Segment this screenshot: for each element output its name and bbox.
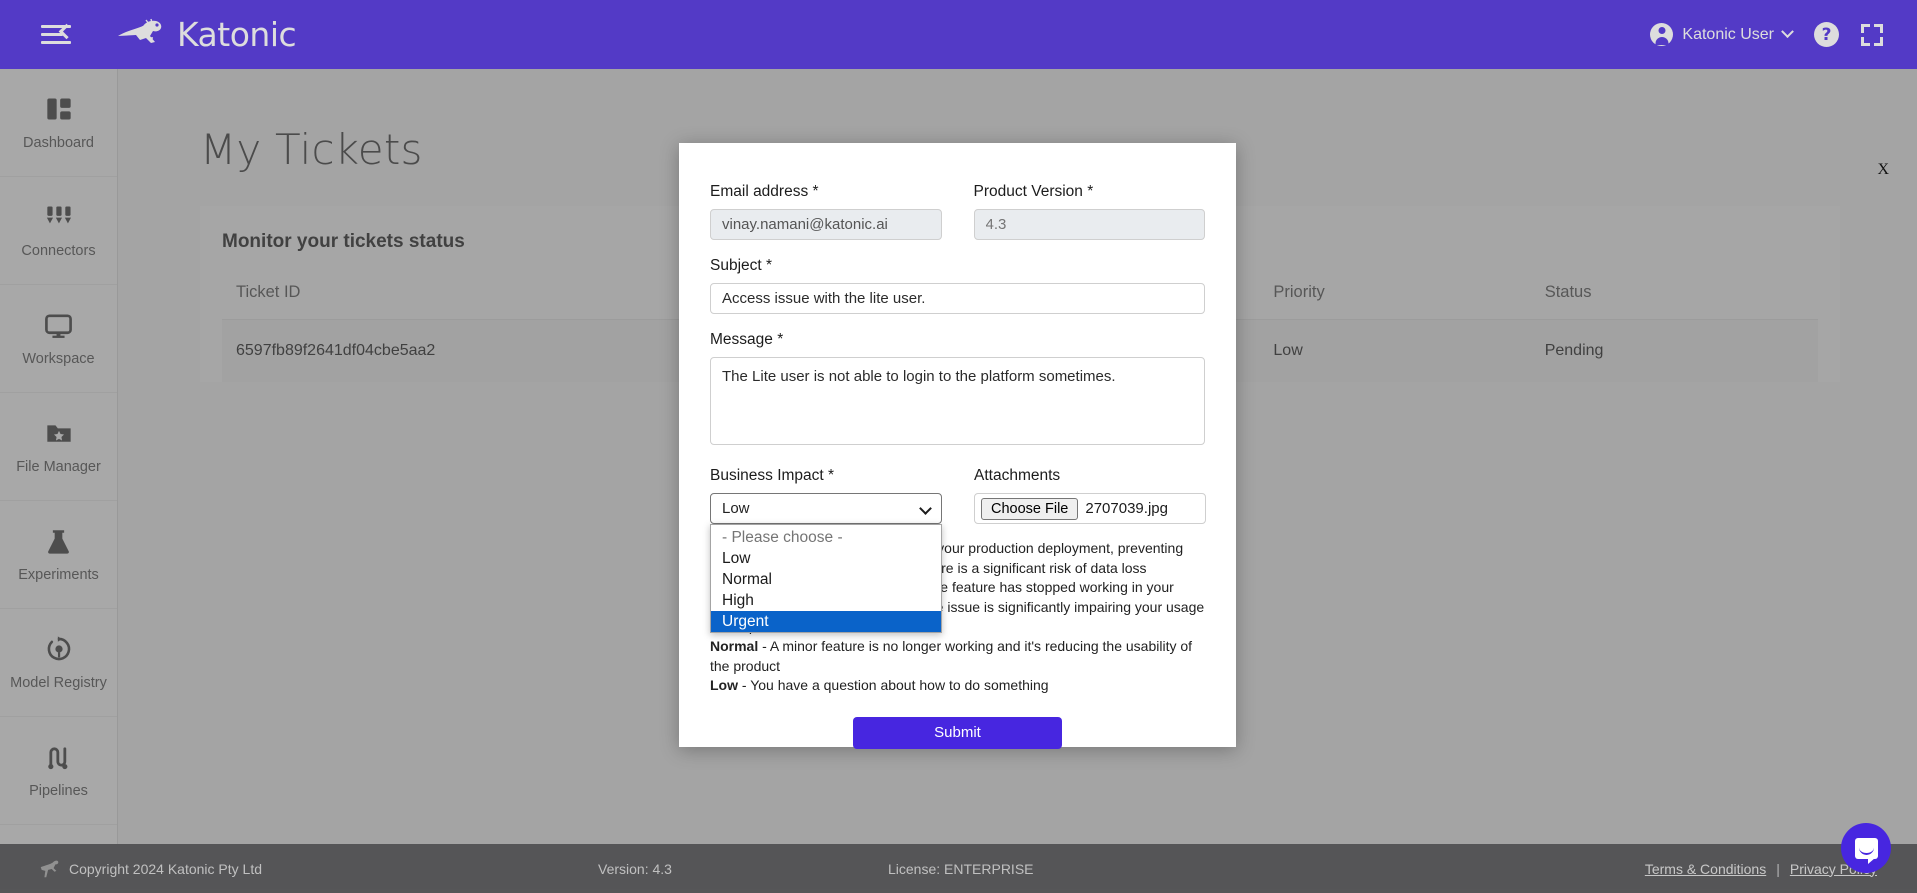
row-email-version: Email address * Product Version * [710,183,1205,240]
business-impact-selected-value: Low [722,500,750,517]
product-version-label: Product Version * [973,183,1094,200]
option-low[interactable]: Low [711,548,941,569]
message-textarea[interactable]: The Lite user is not able to login to th… [710,357,1205,445]
help-text-normal: - A minor feature is no longer working a… [710,637,1193,674]
attachments-label: Attachments [974,467,1061,484]
chat-bubble-icon[interactable] [1841,823,1891,873]
option-high[interactable]: High [711,590,941,611]
business-impact-label: Business Impact * [710,467,835,484]
option-urgent[interactable]: Urgent [711,611,941,632]
field-business-impact: Business Impact * Low - Please choose - … [710,467,942,633]
chat-glyph [1854,837,1878,864]
email-field[interactable] [710,209,942,240]
row-impact-attachments: Business Impact * Low - Please choose - … [710,467,1206,633]
attachment-file-name: 2707039.jpg [1085,500,1168,517]
option-normal[interactable]: Normal [711,569,941,590]
help-level-normal: Normal [710,637,759,654]
attachment-file-input[interactable]: Choose File 2707039.jpg [974,493,1206,524]
choose-file-button[interactable]: Choose File [981,497,1079,520]
chevron-down-icon [919,502,932,515]
submit-button[interactable]: Submit [853,716,1062,749]
field-attachments: Attachments Choose File 2707039.jpg [974,467,1206,524]
help-text-low: - You have a question about how to do so… [738,677,1049,694]
close-icon[interactable]: X [1877,161,1889,179]
product-version-field[interactable] [973,209,1205,240]
field-email: Email address * [710,183,942,240]
field-message: Message * The Lite user is not able to l… [710,331,1205,450]
field-subject: Subject * [710,257,1205,314]
create-ticket-modal: Email address * Product Version * Subjec… [679,143,1236,749]
message-label: Message * [710,331,784,348]
subject-label: Subject * [710,257,773,274]
email-label: Email address * [710,183,819,200]
help-line-normal: Normal - A minor feature is no longer wo… [710,637,1205,676]
submit-row: Submit [710,716,1205,749]
business-impact-options-list: - Please choose - Low Normal High Urgent [710,524,942,633]
option-please-choose[interactable]: - Please choose - [711,527,941,548]
subject-input[interactable] [710,283,1205,314]
help-line-low: Low - You have a question about how to d… [710,676,1205,696]
help-level-low: Low [710,677,738,694]
field-product-version: Product Version * [973,183,1205,240]
business-impact-select[interactable]: Low [710,493,942,524]
